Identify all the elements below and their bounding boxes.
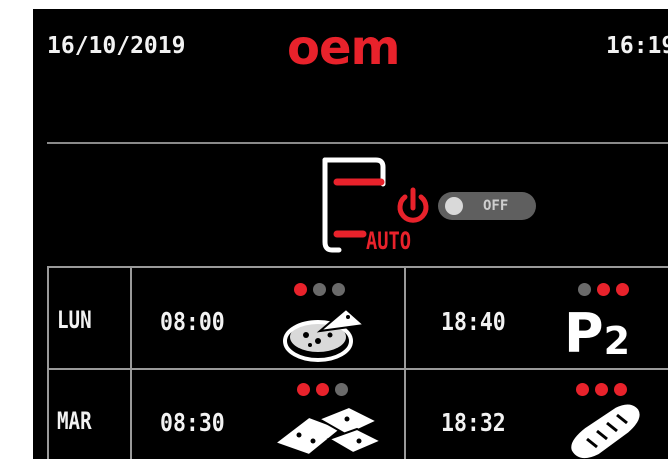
grid-left-border xyxy=(47,266,49,459)
level-dot xyxy=(316,383,329,396)
level-dot xyxy=(576,383,589,396)
schedule-time-morning[interactable]: 08:00 xyxy=(160,307,225,336)
toggle-knob xyxy=(445,197,463,215)
bread-icon[interactable] xyxy=(563,399,647,459)
power-level-dots xyxy=(576,383,627,396)
schedule-time-evening[interactable]: 18:40 xyxy=(441,307,506,336)
pizza-icon[interactable] xyxy=(280,301,370,367)
current-time: 16:19 xyxy=(606,33,668,59)
current-date: 16/10/2019 xyxy=(47,33,186,59)
level-dot xyxy=(595,383,608,396)
schedule-day-label: MAR xyxy=(57,407,92,435)
program-letter: P xyxy=(564,302,604,365)
schedule-time-evening[interactable]: 18:32 xyxy=(441,408,506,437)
grid-session-divider xyxy=(404,266,406,459)
schedule-time-morning[interactable]: 08:30 xyxy=(160,408,225,437)
level-dot xyxy=(578,283,591,296)
oven-control-screen: 16/10/2019 oem 16:19 AUTO OFF LUN 08:00 xyxy=(33,9,668,459)
grid-day-divider xyxy=(130,266,132,459)
toggle-state-label: OFF xyxy=(483,198,509,214)
schedule-day-label: LUN xyxy=(57,306,92,334)
level-dot xyxy=(313,283,326,296)
pizza-slices-icon[interactable] xyxy=(269,399,385,459)
auto-mode-label: AUTO xyxy=(366,227,412,255)
power-level-dots xyxy=(297,383,348,396)
auto-mode-toggle[interactable]: OFF xyxy=(438,192,536,220)
level-dot xyxy=(294,283,307,296)
power-level-dots xyxy=(294,283,345,296)
level-dot xyxy=(616,283,629,296)
program-p2-label[interactable]: P2 xyxy=(564,304,630,371)
brand-logo: oem xyxy=(287,20,401,76)
power-level-dots xyxy=(578,283,629,296)
program-number: 2 xyxy=(603,319,631,363)
level-dot xyxy=(335,383,348,396)
grid-top-border xyxy=(47,266,668,268)
level-dot xyxy=(597,283,610,296)
header-divider xyxy=(47,142,668,144)
level-dot xyxy=(614,383,627,396)
level-dot xyxy=(332,283,345,296)
level-dot xyxy=(297,383,310,396)
